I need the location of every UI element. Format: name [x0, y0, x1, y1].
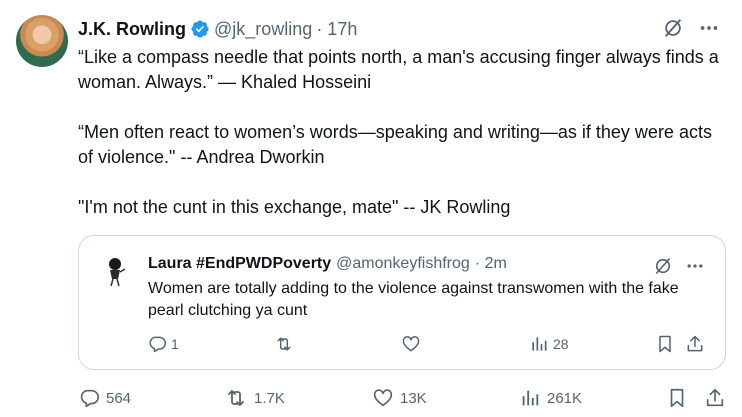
views-button[interactable]: 261K [519, 384, 582, 412]
verified-badge-icon [191, 20, 209, 38]
tweet-header: J.K. Rowling @jk_rowling · 17h [78, 16, 357, 42]
share-icon [687, 335, 703, 352]
tweet-paragraph: “Men often react to women’s words—speaki… [78, 122, 712, 167]
repost-button[interactable]: 1.7K [224, 384, 285, 412]
reply-count: 564 [106, 389, 132, 407]
repost-count: 1.7K [254, 389, 285, 407]
bookmark-icon [670, 388, 684, 408]
quoted-author-name[interactable]: Laura #EndPWDPoverty [148, 255, 331, 273]
author-avatar[interactable] [16, 15, 68, 67]
quoted-author-handle[interactable]: @amonkeyfishfrog [336, 255, 470, 273]
quoted-like-button[interactable] [401, 334, 421, 354]
author-name[interactable]: J.K. Rowling [78, 19, 186, 40]
views-icon [522, 390, 539, 406]
quoted-text: Women are totally adding to the violence… [148, 280, 679, 319]
share-icon [706, 388, 724, 407]
quoted-reply-button[interactable]: 1 [147, 334, 179, 354]
tweet-time[interactable]: · 17h [316, 19, 357, 40]
quoted-reply-count: 1 [171, 336, 179, 352]
author-handle[interactable]: @jk_rowling [214, 19, 312, 40]
quoted-tweet[interactable]: Laura #EndPWDPoverty @amonkeyfishfrog · … [78, 235, 726, 370]
repost-icon [228, 390, 244, 406]
like-icon [402, 336, 420, 352]
quoted-share-button[interactable] [685, 334, 705, 354]
quoted-views-count: 28 [553, 336, 569, 352]
like-button[interactable]: 13K [372, 384, 427, 412]
like-icon [373, 389, 393, 407]
bookmark-button[interactable] [666, 384, 688, 412]
tweet-paragraph: “Like a compass needle that points north… [78, 47, 719, 92]
quoted-bookmark-button[interactable] [655, 334, 675, 354]
reply-button[interactable]: 564 [78, 384, 131, 412]
repost-icon [277, 337, 291, 351]
reply-icon [80, 389, 99, 408]
tweet[interactable]: J.K. Rowling @jk_rowling · 17h “Like a c… [0, 0, 742, 417]
views-count: 261K [547, 389, 583, 407]
quoted-views-button[interactable]: 28 [529, 334, 569, 354]
quoted-repost-button[interactable] [274, 334, 294, 354]
reply-icon [149, 336, 167, 353]
quoted-header: Laura #EndPWDPoverty @amonkeyfishfrog · … [148, 255, 507, 273]
like-count: 13K [400, 389, 427, 407]
share-button[interactable] [704, 384, 726, 412]
quoted-author-avatar[interactable] [105, 257, 127, 287]
quoted-action-bar: 1 28 [79, 334, 725, 358]
views-icon [532, 337, 547, 351]
grok-icon[interactable] [662, 17, 684, 39]
more-icon[interactable] [685, 256, 705, 276]
more-icon[interactable] [698, 17, 720, 39]
action-bar: 564 1.7K 13K 261K [0, 384, 742, 412]
tweet-text: “Like a compass needle that points north… [78, 45, 728, 220]
tweet-paragraph: "I'm not the cunt in this exchange, mate… [78, 197, 511, 217]
bookmark-icon [659, 335, 671, 353]
quoted-time[interactable]: · 2m [475, 255, 507, 273]
grok-icon[interactable] [653, 256, 673, 276]
